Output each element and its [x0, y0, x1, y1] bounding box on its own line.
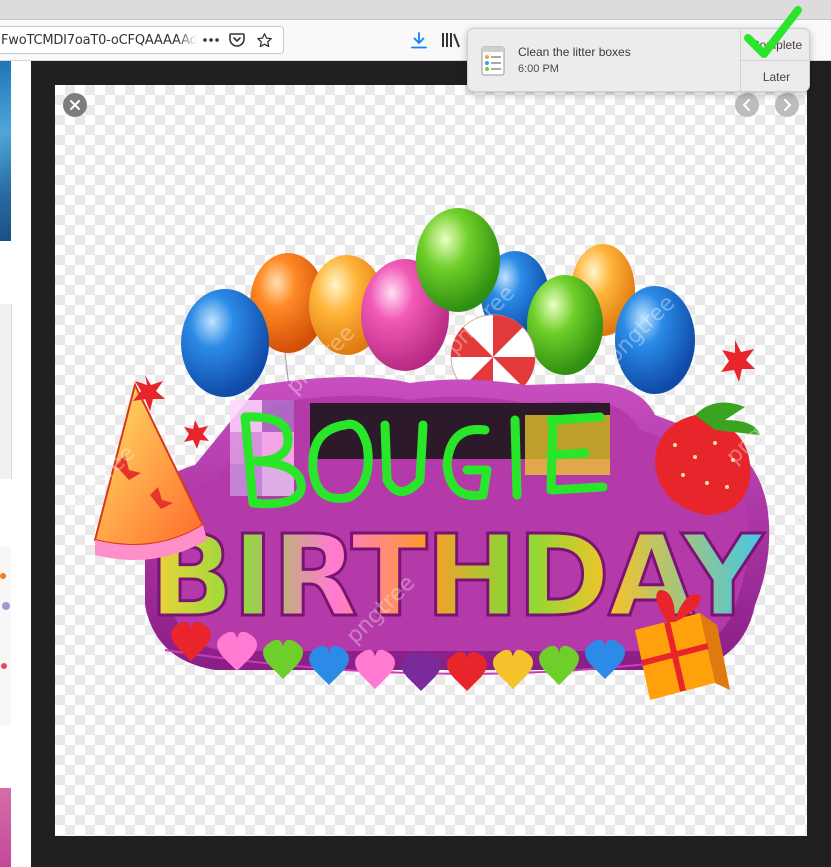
pocket-icon[interactable] [226, 29, 248, 51]
reminders-list-icon [480, 44, 506, 76]
results-column [0, 61, 31, 867]
image-stage: BIRTHDAY pngtree pngtree pngtree pngtree… [55, 85, 807, 836]
ellipsis-icon[interactable] [200, 29, 222, 51]
notification-time: 6:00 PM [518, 63, 559, 75]
image-viewer: BIRTHDAY pngtree pngtree pngtree pngtree… [31, 61, 831, 867]
result-thumbnail[interactable] [0, 61, 11, 241]
notification-actions: Complete Later [740, 29, 809, 91]
download-icon[interactable] [408, 29, 430, 51]
tab-strip [0, 0, 831, 20]
birthday-image: BIRTHDAY pngtree pngtree pngtree pngtree… [62, 208, 807, 700]
notification-title: Clean the litter boxes [518, 45, 631, 59]
url-bar[interactable]: FwoTCMDI7oaT0-oCFQAAAAAd [0, 26, 284, 54]
star-icon[interactable] [253, 29, 275, 51]
reminder-notification[interactable]: Clean the litter boxes 6:00 PM Complete … [467, 28, 810, 92]
url-text[interactable]: FwoTCMDI7oaT0-oCFQAAAAAd [1, 33, 197, 48]
result-thumbnail[interactable] [0, 304, 12, 479]
result-thumbnail[interactable] [0, 546, 11, 726]
chevron-right-icon[interactable] [775, 93, 799, 117]
close-icon[interactable] [63, 93, 87, 117]
result-thumbnail[interactable] [0, 788, 11, 867]
complete-button[interactable]: Complete [741, 29, 809, 61]
chevron-left-icon[interactable] [735, 93, 759, 117]
later-button[interactable]: Later [741, 61, 809, 91]
library-icon[interactable] [440, 29, 462, 51]
